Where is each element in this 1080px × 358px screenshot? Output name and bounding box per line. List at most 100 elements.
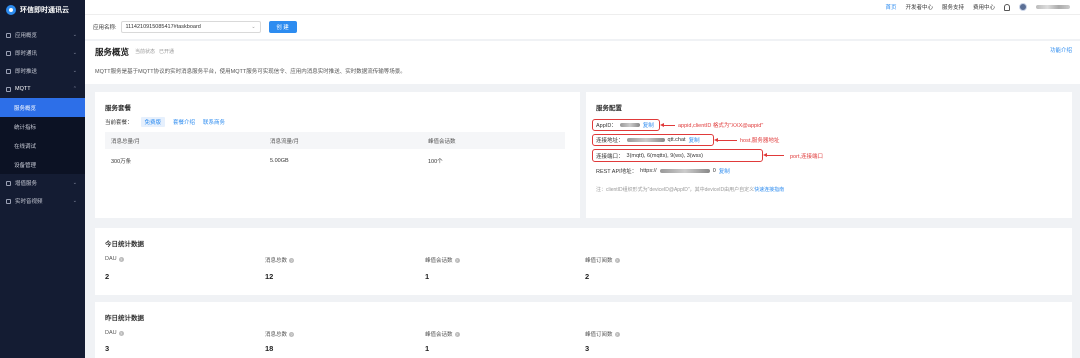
stat-label-text: 峰值会话数	[425, 332, 453, 338]
stat-value-messages: 18	[265, 344, 274, 353]
stat-label-messages: 消息总数?	[265, 256, 295, 264]
yesterday-stats-title: 昨日统计数据	[105, 315, 144, 322]
annotation-box-appid	[592, 119, 660, 131]
brand[interactable]: 环信即时通讯云	[0, 0, 85, 20]
create-button[interactable]: 创 建	[268, 21, 297, 33]
rest-suffix: 0	[712, 168, 716, 174]
star-icon	[6, 180, 11, 186]
app-bar: 应用名称: 1114210915085417#taskboard ⌄ 创 建	[85, 15, 1080, 39]
sidebar-item-label: MQTT	[15, 86, 31, 92]
stat-label-dau: DAU?	[105, 256, 124, 262]
sidebar-item-label: 实时音视频	[15, 199, 43, 205]
rest-label: REST API地址：	[596, 169, 638, 175]
copy-rest-button[interactable]: 复制	[719, 167, 730, 175]
brand-logo-icon	[6, 5, 16, 15]
config-card-title: 服务配置	[596, 105, 622, 112]
chevron-down-icon: ⌄	[72, 50, 77, 56]
chevron-down-icon: ⌄	[72, 32, 77, 38]
stat-label-text: 峰值订阅数	[585, 258, 613, 264]
package-table-header: 消息总量/月 消息流量/月 峰值会话数	[105, 132, 565, 149]
rest-prefix: https://	[640, 168, 657, 174]
annotation-host: host,服务器地址	[740, 138, 780, 144]
video-icon	[6, 198, 11, 204]
stat-value-dau: 3	[105, 344, 110, 353]
sidebar-item-label: 应用概览	[15, 33, 38, 39]
annotation-arrow-host	[714, 138, 737, 142]
package-table: 消息总量/月 消息流量/月 峰值会话数 300万条 5.00GB 100个	[105, 132, 565, 172]
clientid-note: 注：clientID组织形式为"deviceID@AppID"，其中device…	[596, 186, 784, 193]
question-icon[interactable]: ?	[614, 257, 620, 263]
top-link-developer-center[interactable]: 开发者中心	[905, 3, 933, 11]
rest-row: REST API地址： https:// 0 复制	[596, 167, 730, 175]
stat-label-peak-sessions: 峰值会话数?	[425, 330, 460, 338]
sidebar-subitem-service-overview[interactable]: 服务概览	[0, 98, 85, 117]
stat-label-messages: 消息总数?	[265, 330, 295, 338]
service-status-value: 已开通	[159, 49, 175, 55]
rest-redacted	[659, 169, 710, 173]
sidebar-item-value-added[interactable]: 增值服务 ⌄	[0, 174, 85, 192]
cell-message-quota: 300万条	[111, 158, 132, 165]
top-link-support[interactable]: 服务支持	[942, 3, 964, 11]
sidebar-item-rtc[interactable]: 实时音视频 ⌄	[0, 192, 85, 210]
sidebar-item-mqtt[interactable]: MQTT ⌃	[0, 80, 85, 98]
question-icon[interactable]: ?	[118, 256, 124, 262]
contact-sales-link[interactable]: 联系商务	[203, 118, 225, 126]
sidebar-subitem-statistics[interactable]: 统计指标	[0, 117, 85, 136]
sidebar-subitem-online-debug[interactable]: 在线调试	[0, 136, 85, 155]
sidebar-item-im[interactable]: 即时通讯 ⌄	[0, 44, 85, 62]
stat-label-text: DAU	[105, 330, 117, 336]
annotation-arrow-appid	[660, 123, 675, 127]
package-card-title: 服务套餐	[105, 105, 131, 112]
sidebar-item-push[interactable]: 即时推送 ⌄	[0, 62, 85, 80]
question-icon[interactable]: ?	[289, 257, 295, 263]
question-icon[interactable]: ?	[289, 331, 295, 337]
sidebar-item-label: 即时通讯	[15, 51, 38, 57]
header-cell: 消息总量/月	[111, 138, 141, 145]
page-title: 服务概览	[95, 47, 130, 57]
annotation-port: port,连接端口	[790, 154, 824, 160]
top-link-home[interactable]: 首页	[885, 3, 896, 11]
current-package-label: 当前套餐：	[105, 120, 133, 126]
grid-icon	[6, 32, 11, 38]
question-icon[interactable]: ?	[454, 331, 460, 337]
avatar[interactable]	[1019, 3, 1027, 11]
sidebar: 环信即时通讯云 应用概览 ⌄ 即时通讯 ⌄ 即时推送 ⌄ MQTT ⌃ 服务概览…	[0, 0, 85, 358]
stat-value-peak-subscriptions: 3	[585, 344, 590, 353]
bell-icon[interactable]	[1004, 3, 1010, 11]
sidebar-item-label: 增值服务	[15, 181, 38, 187]
question-icon[interactable]: ?	[614, 331, 620, 337]
feature-intro-link[interactable]: 功能介绍	[1050, 46, 1072, 54]
cell-traffic-quota: 5.00GB	[270, 157, 289, 164]
question-icon[interactable]: ?	[454, 257, 460, 263]
current-package-badge: 免费版	[140, 117, 166, 127]
sidebar-item-app-overview[interactable]: 应用概览 ⌄	[0, 26, 85, 44]
stat-label-peak-subscriptions: 峰值订阅数?	[585, 330, 620, 338]
username-redacted[interactable]	[1036, 5, 1070, 9]
package-row: 当前套餐： 免费版 套餐介绍 联系商务	[105, 117, 225, 127]
sidebar-nav: 应用概览 ⌄ 即时通讯 ⌄ 即时推送 ⌄ MQTT ⌃ 服务概览 统计指标 在线…	[0, 26, 85, 210]
top-link-billing[interactable]: 费用中心	[973, 3, 995, 11]
brand-name: 环信即时通讯云	[20, 7, 69, 14]
stat-label-text: DAU	[105, 256, 117, 262]
package-intro-link[interactable]: 套餐介绍	[173, 118, 195, 126]
sidebar-subitem-device-management[interactable]: 设备管理	[0, 155, 85, 174]
app-select[interactable]: 1114210915085417#taskboard ⌄	[120, 21, 261, 33]
chat-icon	[6, 50, 11, 56]
stat-label-text: 峰值订阅数	[585, 332, 613, 338]
stat-label-peak-sessions: 峰值会话数?	[425, 256, 460, 264]
top-bar: 首页 开发者中心 服务支持 费用中心	[85, 0, 1080, 15]
sidebar-item-label: 即时推送	[15, 69, 38, 75]
stat-label-dau: DAU?	[105, 330, 124, 336]
clientid-note-text: 注：clientID组织形式为"deviceID@AppID"，其中device…	[596, 187, 755, 193]
stat-label-text: 消息总数	[265, 258, 288, 264]
package-card: 服务套餐 当前套餐： 免费版 套餐介绍 联系商务 消息总量/月 消息流量/月 峰…	[95, 92, 580, 218]
yesterday-stats-card: 昨日统计数据 DAU? 消息总数? 峰值会话数? 峰值订阅数? 3 18 1 3	[95, 302, 1072, 358]
today-stats-title: 今日统计数据	[105, 241, 144, 248]
quick-connect-guide-link[interactable]: 快速连接指南	[754, 187, 784, 193]
annotation-box-port	[592, 149, 763, 162]
stat-value-peak-sessions: 1	[425, 272, 430, 281]
push-icon	[6, 68, 11, 74]
question-icon[interactable]: ?	[118, 330, 124, 336]
app-name-label: 应用名称:	[93, 25, 117, 31]
chevron-down-icon: ⌄	[72, 198, 77, 204]
